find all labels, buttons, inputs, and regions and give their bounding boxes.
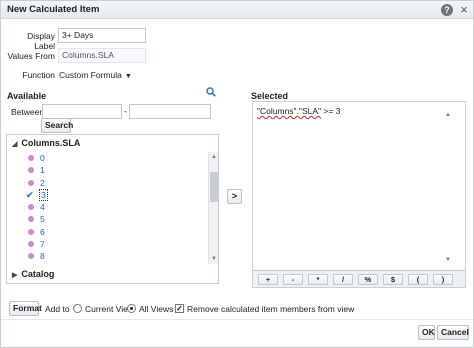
close-icon[interactable]: ×	[458, 3, 470, 16]
selected-scrollbar[interactable]: ▲ ▼	[443, 110, 453, 265]
all-views-radio[interactable]	[127, 304, 136, 313]
member-dot-icon	[28, 253, 34, 260]
member-dot-icon	[28, 179, 34, 186]
tree-node-catalog[interactable]: ▶ Catalog	[12, 269, 54, 279]
tree-item[interactable]: 6	[28, 226, 47, 238]
between-to-input[interactable]	[129, 104, 211, 119]
search-icon[interactable]	[206, 87, 216, 97]
scroll-down-icon[interactable]: ▼	[209, 254, 219, 264]
tree-item[interactable]: 2	[28, 177, 47, 189]
between-from-input[interactable]	[42, 104, 122, 119]
expand-triangle-icon[interactable]: ◢	[12, 141, 17, 148]
operator-divide-button[interactable]: /	[333, 274, 353, 285]
new-calculated-item-dialog: New Calculated Item ? × Display Label 3+…	[0, 0, 474, 348]
format-button[interactable]: Format	[9, 301, 42, 316]
tree-item-label: 2	[40, 177, 45, 188]
remove-members-checkbox[interactable]: ✓	[175, 304, 184, 313]
formula-text[interactable]: "Columns"."SLA" >= 3	[257, 106, 340, 116]
operator-multiply-button[interactable]: *	[308, 274, 328, 285]
chevron-down-icon: ▼	[124, 73, 132, 80]
tree-item[interactable]: 7	[28, 238, 47, 250]
checkmark-icon: ✔	[26, 189, 34, 200]
function-dropdown[interactable]: Custom Formula ▼	[59, 68, 132, 82]
add-to-label: Add to	[45, 304, 70, 314]
available-scrollbar[interactable]: ▲ ▼	[208, 152, 218, 264]
dialog-title: New Calculated Item	[7, 4, 100, 15]
operator-open-paren-button[interactable]: (	[408, 274, 428, 285]
display-label-input[interactable]: 3+ Days	[58, 28, 146, 43]
tree-item-label: 1	[40, 165, 45, 176]
collapsed-triangle-icon[interactable]: ▶	[12, 272, 17, 279]
all-views-label: All Views	[139, 304, 174, 314]
tree-item[interactable]: 8	[28, 250, 47, 262]
tree-item-label: 6	[40, 226, 45, 237]
selected-formula-editor[interactable]: "Columns"."SLA" >= 3 ▲ ▼	[252, 101, 466, 271]
selected-heading: Selected	[251, 91, 289, 101]
available-heading: Available	[7, 91, 47, 101]
tree-item-selected[interactable]: ✔ 3	[26, 188, 48, 201]
tree-item[interactable]: 4	[28, 201, 47, 213]
member-dot-icon	[28, 228, 34, 235]
tree-item-label: 8	[40, 251, 45, 262]
tree-item[interactable]: 1	[28, 164, 47, 176]
tree-item[interactable]: 0	[28, 152, 47, 164]
scroll-down-icon[interactable]: ▼	[443, 255, 453, 265]
tree-root-label: Columns.SLA	[21, 138, 81, 148]
tree-item-label: 3	[39, 188, 48, 201]
remove-members-label: Remove calculated item members from view	[187, 304, 355, 314]
member-dot-icon	[28, 167, 34, 174]
between-dash: -	[124, 106, 127, 116]
move-to-selected-button[interactable]: >	[227, 189, 242, 204]
catalog-label: Catalog	[21, 269, 55, 279]
tree-item[interactable]: 5	[28, 213, 47, 225]
values-from-label: Values From	[7, 51, 55, 61]
tree-item-label: 5	[40, 214, 45, 225]
member-dot-icon	[28, 155, 34, 161]
operator-close-paren-button[interactable]: )	[433, 274, 453, 285]
cancel-button[interactable]: Cancel	[437, 325, 469, 340]
tree-item-list: 0 1 2 ✔ 3 4 5 6 7 8	[26, 152, 48, 263]
current-view-radio[interactable]	[73, 304, 82, 313]
search-button[interactable]: Search	[41, 118, 73, 133]
function-value: Custom Formula	[59, 70, 122, 80]
between-label: Between	[11, 107, 45, 117]
values-from-field: Columns.SLA	[58, 48, 146, 63]
footer-divider	[1, 319, 473, 320]
member-dot-icon	[28, 241, 34, 248]
member-dot-icon	[28, 216, 34, 223]
formula-expression: >= 3	[321, 106, 341, 116]
available-tree-panel: ◢ Columns.SLA 0 1 2 ✔ 3 4 5 6 7 8 ▲ ▼ ▶ Cat…	[6, 134, 219, 284]
formula-column-ref: "Columns"."SLA"	[257, 106, 322, 116]
member-dot-icon	[28, 204, 34, 211]
operator-percent-button[interactable]: %	[358, 274, 378, 285]
scroll-up-icon[interactable]: ▲	[443, 110, 453, 120]
display-label-label: Display Label	[27, 31, 55, 51]
scroll-thumb[interactable]	[210, 172, 218, 202]
tree-item-label: 4	[40, 202, 45, 213]
help-icon[interactable]: ?	[441, 4, 453, 16]
tree-item-label: 0	[40, 153, 45, 163]
tree-item-label: 7	[40, 239, 45, 250]
operator-minus-button[interactable]: -	[283, 274, 303, 285]
scroll-up-icon[interactable]: ▲	[209, 152, 219, 162]
operator-toolbar: + - * / % $ ( )	[252, 271, 466, 288]
ok-button[interactable]: OK	[418, 325, 435, 340]
dialog-titlebar: New Calculated Item ? ×	[1, 1, 473, 19]
function-label: Function	[22, 70, 55, 80]
tree-root-columns-sla[interactable]: ◢ Columns.SLA	[12, 138, 80, 148]
operator-plus-button[interactable]: +	[258, 274, 278, 285]
operator-dollar-button[interactable]: $	[383, 274, 403, 285]
